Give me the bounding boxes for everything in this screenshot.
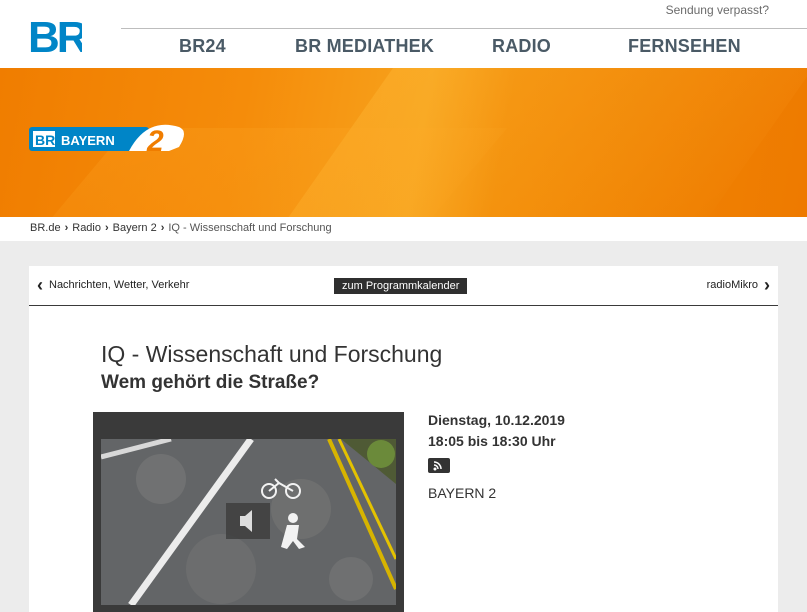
svg-text:BAYERN: BAYERN (61, 133, 115, 148)
nav-br-mediathek[interactable]: BR MEDIATHEK (295, 36, 434, 57)
br-logo[interactable]: BR (28, 14, 82, 56)
top-header: BR Sendung verpasst? BR24 BR MEDIATHEK R… (0, 0, 807, 68)
bayern2-logo[interactable]: BR BAYERN 2 (29, 121, 185, 157)
chevron-right-icon: › (105, 222, 109, 234)
chevron-left-icon: ‹ (37, 274, 43, 295)
next-program-link[interactable]: radioMikro › (706, 274, 770, 295)
nav-br24[interactable]: BR24 (179, 36, 226, 57)
prev-program-label: Nachrichten, Wetter, Verkehr (49, 279, 190, 291)
program-time: 18:05 bis 18:30 Uhr (428, 433, 556, 449)
chevron-right-icon: › (160, 222, 165, 234)
programmkalender-button[interactable]: zum Programmkalender (334, 278, 468, 294)
next-program-label: radioMikro (706, 279, 758, 291)
program-card: ‹ Nachrichten, Wetter, Verkehr zum Progr… (29, 266, 778, 612)
breadcrumb: BR.de › Radio › Bayern 2 › IQ - Wissenschaft u… (30, 222, 332, 234)
chevron-right-icon: › (64, 222, 69, 234)
sendung-verpasst-link[interactable]: Sendung verpasst? (666, 3, 769, 17)
speaker-icon (240, 510, 252, 532)
header-divider (121, 28, 807, 29)
audio-player[interactable] (93, 412, 404, 612)
program-date: Dienstag, 10.12.2019 (428, 412, 565, 428)
svg-text:2: 2 (146, 125, 164, 157)
breadcrumb-radio[interactable]: Radio (72, 222, 101, 234)
program-meta: Dienstag, 10.12.2019 18:05 bis 18:30 Uhr… (428, 410, 565, 501)
rss-icon (433, 461, 442, 471)
breadcrumb-br-de[interactable]: BR.de (30, 222, 61, 234)
breadcrumb-bayern2[interactable]: Bayern 2 (113, 222, 157, 234)
program-title: IQ - Wissenschaft und Forschung (101, 341, 443, 367)
nav-radio[interactable]: RADIO (492, 36, 551, 57)
program-subtitle: Wem gehört die Straße? (101, 372, 320, 393)
rss-button[interactable] (428, 458, 450, 473)
chevron-right-icon: › (764, 274, 770, 295)
program-station: BAYERN 2 (428, 485, 497, 501)
svg-text:BR: BR (28, 14, 82, 56)
breadcrumb-current: IQ - Wissenschaft und Forschung (168, 222, 332, 234)
breadcrumb-bar: BR.de › Radio › Bayern 2 › IQ - Wissenschaft u… (0, 217, 807, 241)
svg-text:BR: BR (35, 132, 55, 148)
nav-fernsehen[interactable]: FERNSEHEN (628, 36, 741, 57)
program-pager: ‹ Nachrichten, Wetter, Verkehr zum Progr… (29, 266, 778, 306)
prev-program-link[interactable]: ‹ Nachrichten, Wetter, Verkehr (37, 274, 190, 295)
main-nav: BR24 BR MEDIATHEK RADIO FERNSEHEN (121, 36, 807, 64)
audio-play-button[interactable] (226, 503, 270, 539)
